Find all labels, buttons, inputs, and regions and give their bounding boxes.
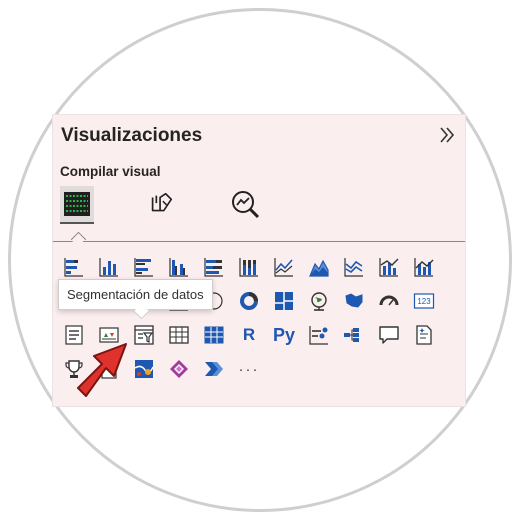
line-chart-icon[interactable] [270, 253, 298, 281]
treemap-icon[interactable] [270, 287, 298, 315]
card-icon-label: 123 [417, 297, 431, 306]
build-visual-icon[interactable] [60, 186, 94, 224]
power-automate-icon[interactable] [200, 355, 228, 383]
clustered-bar-chart-icon[interactable] [130, 253, 158, 281]
python-visual-label: Py [272, 324, 296, 345]
100-stacked-column-chart-icon[interactable] [235, 253, 263, 281]
double-chevron-right-icon[interactable] [437, 124, 457, 146]
divider [83, 241, 465, 242]
map-icon[interactable] [305, 287, 333, 315]
100-stacked-bar-chart-icon[interactable] [200, 253, 228, 281]
filled-map-icon[interactable] [340, 287, 368, 315]
donut-chart-icon[interactable] [235, 287, 263, 315]
clustered-column-chart-icon[interactable] [165, 253, 193, 281]
stacked-bar-chart-icon[interactable] [60, 253, 88, 281]
gauge-icon[interactable] [375, 287, 403, 315]
key-influencers-icon[interactable] [305, 321, 333, 349]
table-icon[interactable] [165, 321, 193, 349]
slicer-icon[interactable] [130, 321, 158, 349]
more-visuals-label: ··· [238, 360, 260, 378]
power-apps-icon[interactable] [165, 355, 193, 383]
slicer-tooltip: Segmentación de datos [58, 279, 213, 310]
analytics-icon[interactable] [228, 186, 262, 222]
line-and-clustered-column-chart-icon[interactable] [410, 253, 438, 281]
pane-title: Visualizaciones [61, 125, 203, 146]
more-visuals-icon[interactable]: ··· [235, 355, 263, 383]
smart-narrative-icon[interactable] [410, 321, 438, 349]
azure-map-icon[interactable] [130, 355, 158, 383]
qa-icon[interactable] [375, 321, 403, 349]
card-icon[interactable]: 123 [410, 287, 438, 315]
line-and-stacked-column-chart-icon[interactable] [375, 253, 403, 281]
r-script-visual-icon[interactable]: R [235, 321, 263, 349]
matrix-icon[interactable] [200, 321, 228, 349]
decomposition-tree-icon[interactable] [340, 321, 368, 349]
stacked-area-chart-icon[interactable] [340, 253, 368, 281]
area-chart-icon[interactable] [305, 253, 333, 281]
selection-notch [70, 231, 87, 248]
stacked-column-chart-icon[interactable] [95, 253, 123, 281]
r-visual-label: R [242, 325, 256, 344]
format-visual-icon[interactable] [144, 186, 178, 222]
python-visual-icon[interactable]: Py [270, 321, 298, 349]
build-visual-label: Compilar visual [60, 164, 161, 179]
red-arrow-icon [77, 343, 127, 397]
